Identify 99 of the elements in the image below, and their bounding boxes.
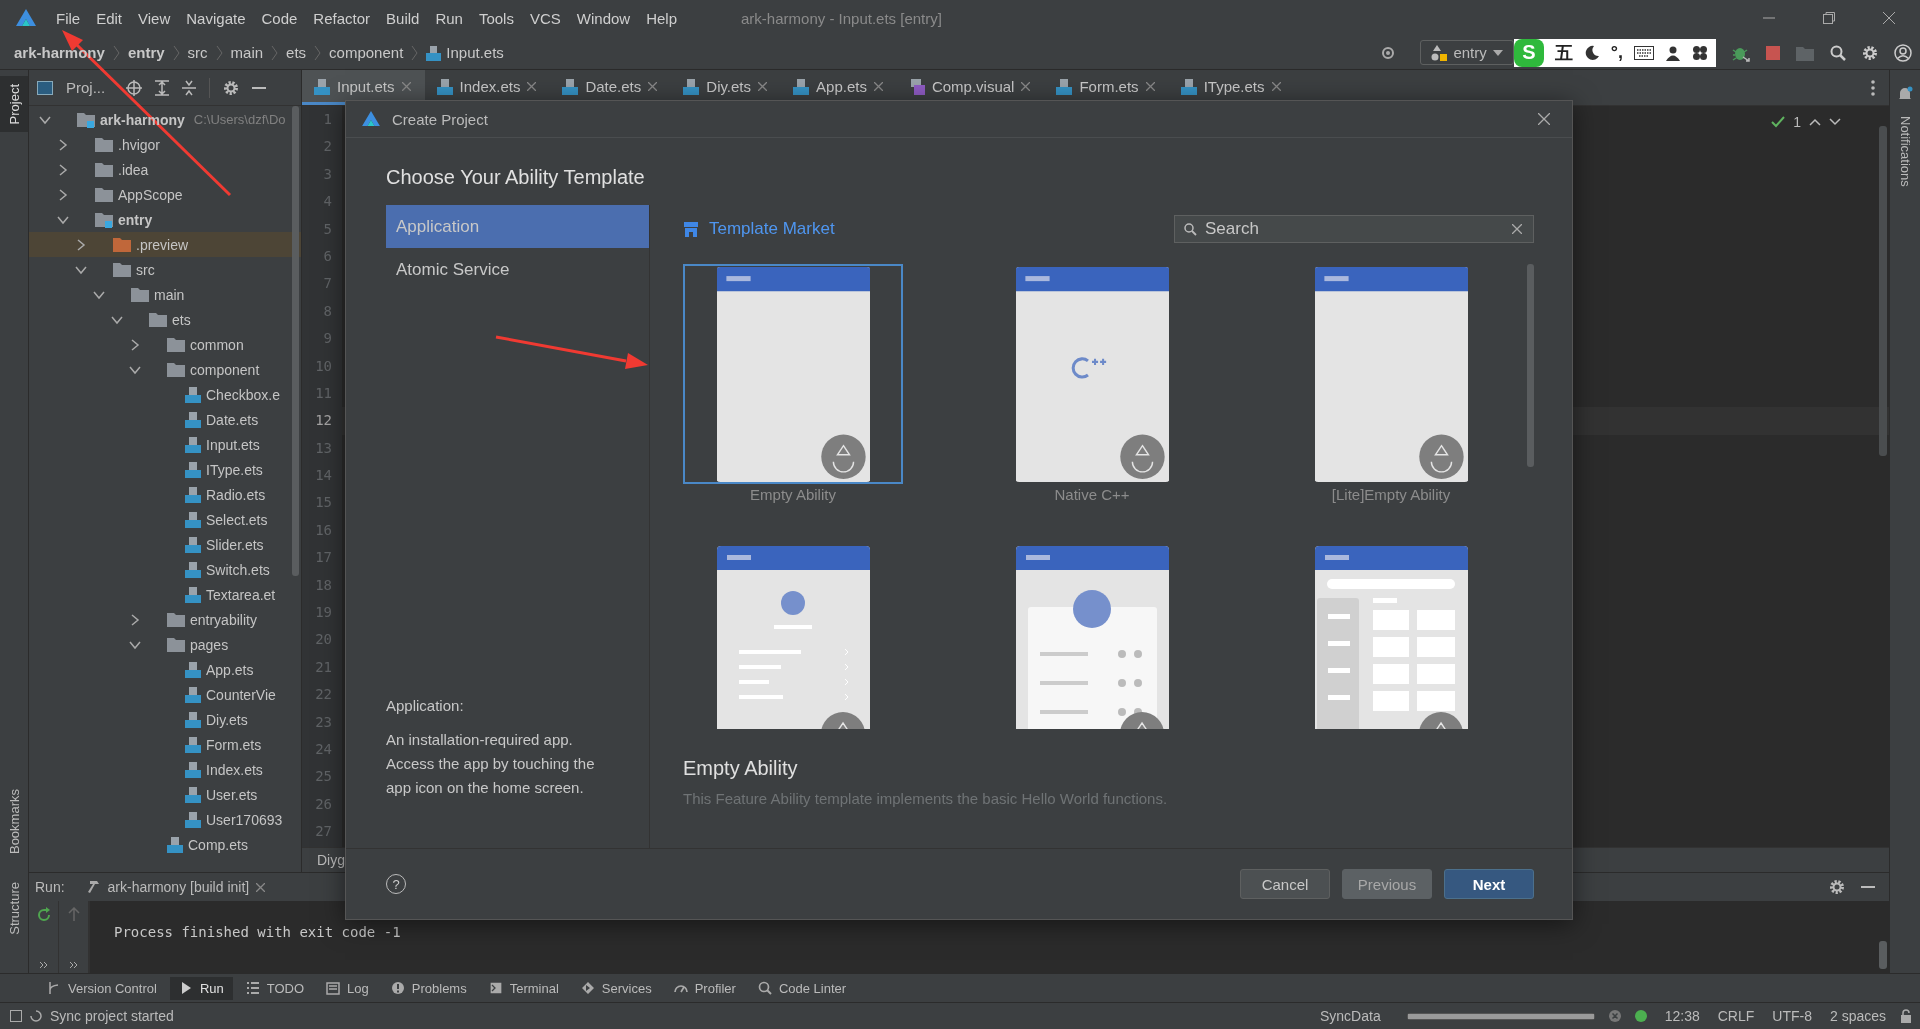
file-name[interactable]: Comp.ets bbox=[188, 836, 248, 853]
tool-window-button[interactable]: Profiler bbox=[664, 976, 745, 1000]
menu-item[interactable]: VCS bbox=[529, 9, 561, 27]
editor-tab[interactable]: Index.ets bbox=[424, 70, 551, 105]
file-name[interactable]: pages bbox=[190, 636, 229, 653]
editor-tab[interactable]: Comp.visual bbox=[896, 70, 1045, 105]
file-name[interactable]: Textarea.et bbox=[206, 586, 276, 603]
file-name[interactable]: .idea bbox=[118, 161, 149, 178]
menu-item[interactable]: Help bbox=[646, 9, 678, 27]
breadcrumb-text: Diyg bbox=[317, 852, 345, 868]
file-name[interactable]: App.ets bbox=[206, 661, 254, 678]
template-name: Native C++ bbox=[1054, 486, 1130, 503]
tool-window-button[interactable]: Run bbox=[169, 976, 233, 1000]
menu-item[interactable]: View bbox=[138, 9, 171, 27]
menu-item[interactable]: Navigate bbox=[186, 9, 246, 27]
tool-window-button[interactable]: Log bbox=[317, 976, 378, 1000]
category-title: Application: bbox=[386, 697, 465, 714]
category-description: An installation-required app. Access the app by touching the app icon on the home screen. bbox=[386, 730, 596, 798]
menu-item[interactable]: Code bbox=[261, 9, 298, 27]
next-button[interactable]: Next bbox=[1444, 869, 1534, 899]
status-indicator[interactable]: 12:38 bbox=[1664, 1008, 1700, 1024]
file-name[interactable]: Radio.ets bbox=[206, 486, 266, 503]
file-name[interactable]: AppScope bbox=[118, 186, 183, 203]
console-output: Process finished with exit code -1 bbox=[114, 924, 401, 940]
editor-tab[interactable]: App.ets bbox=[781, 70, 897, 105]
dialog-title: Create Project bbox=[392, 110, 488, 128]
dialog-heading: Choose Your Ability Template bbox=[385, 165, 646, 190]
run-tab[interactable]: ark-harmony [build init] bbox=[78, 875, 274, 899]
tool-window-button[interactable]: Problems bbox=[381, 976, 476, 1000]
editor-tab[interactable]: IType.ets bbox=[1168, 70, 1295, 105]
file-name[interactable]: Switch.ets bbox=[206, 561, 270, 578]
status-indicator[interactable]: UTF-8 bbox=[1772, 1008, 1812, 1024]
input-mode-toggle[interactable]: 五 bbox=[1554, 40, 1573, 65]
template-title: Empty Ability bbox=[683, 757, 799, 780]
editor-tab[interactable]: Diy.ets bbox=[671, 70, 782, 105]
file-name[interactable]: .preview bbox=[136, 236, 189, 253]
category-item[interactable]: Atomic Service bbox=[386, 248, 649, 291]
editor-tab[interactable]: Date.ets bbox=[550, 70, 672, 105]
breadcrumb-item[interactable]: ets bbox=[286, 44, 307, 61]
search-field[interactable]: Search bbox=[1174, 215, 1534, 243]
status-indicator[interactable]: 2 spaces bbox=[1829, 1008, 1886, 1024]
breadcrumb-item[interactable]: src bbox=[187, 44, 208, 61]
menu-item[interactable]: Run bbox=[435, 9, 463, 27]
file-name[interactable]: src bbox=[136, 261, 155, 278]
file-name[interactable]: entry bbox=[118, 211, 153, 228]
file-name[interactable]: common bbox=[190, 336, 244, 353]
task-name: SyncData bbox=[1319, 1008, 1381, 1024]
file-name[interactable]: Checkbox.e bbox=[206, 386, 280, 403]
panel-title: Run: bbox=[35, 879, 65, 895]
file-name[interactable]: Input.ets bbox=[206, 436, 260, 453]
file-name[interactable]: component bbox=[190, 361, 260, 378]
file-name[interactable]: IType.ets bbox=[206, 461, 263, 478]
file-name[interactable]: Date.ets bbox=[206, 411, 259, 428]
status-indicator[interactable]: CRLF bbox=[1717, 1008, 1755, 1024]
window-title: ark-harmony - Input.ets [entry] bbox=[741, 9, 942, 27]
menu-item[interactable]: Build bbox=[386, 9, 420, 27]
tree-item-highlight[interactable]: .preview bbox=[29, 232, 301, 257]
tool-window-button[interactable]: Terminal bbox=[479, 976, 568, 1000]
menu-item[interactable]: Window bbox=[576, 9, 631, 27]
file-name[interactable]: Slider.ets bbox=[206, 536, 264, 553]
punctuation-toggle[interactable]: °, bbox=[1610, 42, 1623, 63]
status-message: Sync project started bbox=[50, 1008, 174, 1024]
menu-item[interactable]: Tools bbox=[478, 9, 514, 27]
tool-window-button[interactable]: TODO bbox=[236, 976, 314, 1000]
file-name[interactable]: Index.ets bbox=[206, 761, 263, 778]
tool-window-button[interactable]: Bookmarks bbox=[0, 781, 28, 863]
tool-window-button[interactable]: Project bbox=[0, 76, 28, 133]
breadcrumb-item[interactable]: entry bbox=[127, 44, 165, 61]
tool-window-button[interactable]: Version Control bbox=[38, 976, 166, 1000]
inspection-count: 1 bbox=[1793, 114, 1801, 130]
file-name[interactable]: Form.ets bbox=[206, 736, 262, 753]
cancel-button[interactable]: Cancel bbox=[1240, 869, 1330, 899]
file-name[interactable]: .hvigor bbox=[118, 136, 161, 153]
file-path: C:\Users\dzf\Do bbox=[193, 112, 286, 127]
file-name[interactable]: User170693 bbox=[206, 811, 283, 828]
menu-item[interactable]: File bbox=[56, 9, 81, 27]
tool-window-button[interactable]: Notifications bbox=[1897, 108, 1913, 195]
run-configuration-dropdown[interactable]: entry bbox=[1420, 40, 1514, 65]
file-name[interactable]: ets bbox=[172, 311, 191, 328]
breadcrumb-item[interactable]: main bbox=[230, 44, 264, 61]
file-name[interactable]: User.ets bbox=[206, 786, 258, 803]
panel-title[interactable]: Proj... bbox=[66, 79, 106, 96]
file-name[interactable]: Diy.ets bbox=[206, 711, 248, 728]
template-name: Empty Ability bbox=[750, 486, 836, 503]
file-name[interactable]: main bbox=[154, 286, 185, 303]
tool-window-button[interactable]: Services bbox=[571, 976, 661, 1000]
breadcrumb-item[interactable]: component bbox=[329, 44, 404, 61]
menu-item[interactable]: Refactor bbox=[313, 9, 371, 27]
tool-window-button[interactable]: Structure bbox=[0, 874, 28, 943]
menu-item[interactable]: Edit bbox=[96, 9, 123, 27]
file-name[interactable]: entryability bbox=[190, 611, 257, 628]
editor-tab[interactable]: Form.ets bbox=[1044, 70, 1169, 105]
template-name: [Lite]Empty Ability bbox=[1331, 486, 1451, 503]
template-market-link[interactable]: Template Market bbox=[709, 219, 835, 239]
tool-window-button[interactable]: Code Linter bbox=[748, 976, 856, 1000]
line-number: 12 bbox=[314, 411, 333, 431]
breadcrumb-item[interactable]: Input.ets bbox=[446, 44, 504, 61]
file-name[interactable]: CounterVie bbox=[206, 686, 276, 703]
file-name[interactable]: Select.ets bbox=[206, 511, 268, 528]
